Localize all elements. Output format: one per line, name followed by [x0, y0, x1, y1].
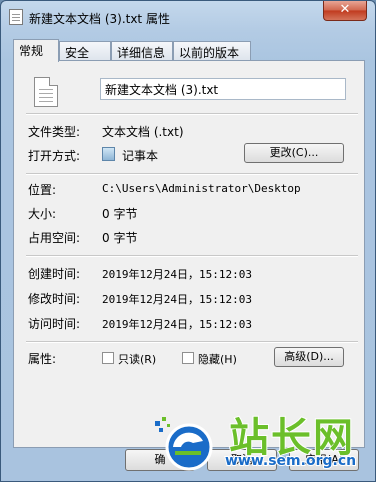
tab-previous-versions[interactable]: 以前的版本 — [173, 41, 251, 61]
file-icon — [34, 77, 58, 107]
file-type-value: 文本文档 (.txt) — [102, 125, 184, 139]
divider — [26, 113, 358, 115]
general-panel: 文件类型: 文本文档 (.txt) 打开方式: 记事本 更改(C)... 位置:… — [13, 60, 365, 448]
size-label: 大小: — [28, 207, 57, 221]
window-title: 新建文本文档 (3).txt 属性 — [29, 12, 170, 26]
tab-general[interactable]: 常规 — [13, 39, 59, 62]
readonly-checkbox[interactable] — [102, 352, 114, 364]
tab-details[interactable]: 详细信息 — [111, 41, 173, 61]
watermark-url: www.sem.org.cn — [224, 452, 357, 470]
divider — [26, 341, 358, 343]
close-button[interactable]: ✕ — [323, 1, 367, 21]
location-label: 位置: — [28, 183, 57, 197]
modified-label: 修改时间: — [28, 292, 81, 306]
created-label: 创建时间: — [28, 267, 81, 281]
accessed-label: 访问时间: — [28, 317, 81, 331]
size-on-disk-value: 0 字节 — [102, 231, 138, 245]
watermark-logo-icon — [155, 417, 213, 471]
notepad-icon — [102, 147, 115, 161]
divider — [26, 173, 358, 175]
created-value: 2019年12月24日，15:12:03 — [102, 268, 252, 281]
size-on-disk-label: 占用空间: — [28, 231, 81, 245]
change-button[interactable]: 更改(C)... — [244, 143, 344, 163]
attributes-label: 属性: — [28, 352, 57, 366]
opens-with-label: 打开方式: — [28, 149, 81, 163]
hidden-label[interactable]: 隐藏(H) — [198, 351, 237, 367]
readonly-label[interactable]: 只读(R) — [118, 351, 156, 367]
opens-with-value: 记事本 — [122, 149, 159, 163]
text-file-icon — [9, 9, 23, 25]
advanced-button[interactable]: 高级(D)... — [274, 347, 344, 367]
tab-security[interactable]: 安全 — [59, 41, 111, 61]
properties-dialog: 新建文本文档 (3).txt 属性 ✕ 常规 安全 详细信息 以前的版本 文件类… — [0, 0, 376, 482]
modified-value: 2019年12月24日，15:12:03 — [102, 293, 252, 306]
hidden-checkbox[interactable] — [182, 352, 194, 364]
divider — [26, 255, 358, 257]
size-value: 0 字节 — [102, 207, 138, 221]
location-value: C:\Users\Administrator\Desktop — [102, 182, 301, 195]
file-name-input[interactable] — [100, 78, 346, 100]
accessed-value: 2019年12月24日，15:12:03 — [102, 318, 252, 331]
file-type-label: 文件类型: — [28, 125, 81, 139]
